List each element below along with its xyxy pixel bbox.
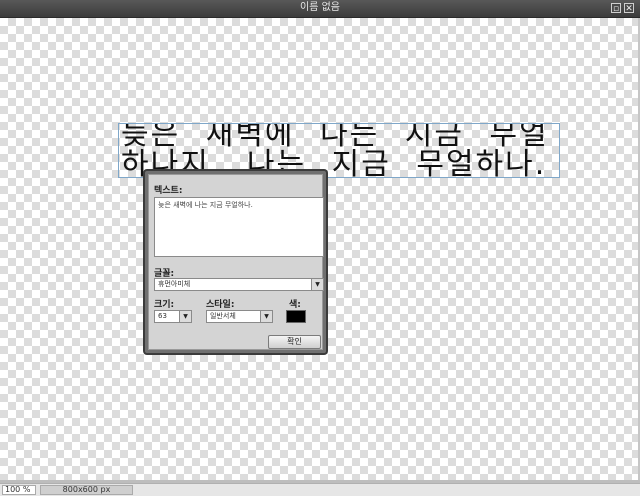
font-select[interactable]: 휴먼아미체 ▼ [154,278,324,291]
zoom-field[interactable]: 100 % [2,485,36,495]
text-dialog: 텍스트: 늦은 새벽에 나는 지금 무얼하나. 글꼴: 휴먼아미체 ▼ 크기: … [143,169,328,355]
text-input[interactable]: 늦은 새벽에 나는 지금 무얼하나. [154,197,324,257]
title-bar: 이름 없음 ▫ ✕ [0,0,640,18]
status-bar: 100 % 800x600 px [0,483,640,496]
color-label: 색: [289,300,301,310]
chevron-down-icon[interactable]: ▼ [260,311,272,322]
font-select-value: 휴먼아미체 [158,280,191,288]
color-swatch[interactable] [286,310,306,323]
close-icon[interactable]: ✕ [624,3,634,14]
image-size-readout: 800x600 px [40,485,133,495]
size-select-value: 63 [158,312,167,320]
restore-icon[interactable]: ▫ [611,3,621,14]
window-title: 이름 없음 [300,2,340,13]
chevron-down-icon[interactable]: ▼ [311,279,323,290]
style-label: 스타일: [206,300,235,310]
ok-button[interactable]: 확인 [268,335,321,349]
chevron-down-icon[interactable]: ▼ [179,311,191,322]
size-select[interactable]: 63 ▼ [154,310,192,323]
text-dialog-body: 텍스트: 늦은 새벽에 나는 지금 무얼하나. 글꼴: 휴먼아미체 ▼ 크기: … [148,174,324,350]
size-label: 크기: [154,300,175,310]
style-select[interactable]: 일반서체 ▼ [206,310,273,323]
style-select-value: 일반서체 [210,312,236,320]
text-label: 텍스트: [154,186,183,196]
